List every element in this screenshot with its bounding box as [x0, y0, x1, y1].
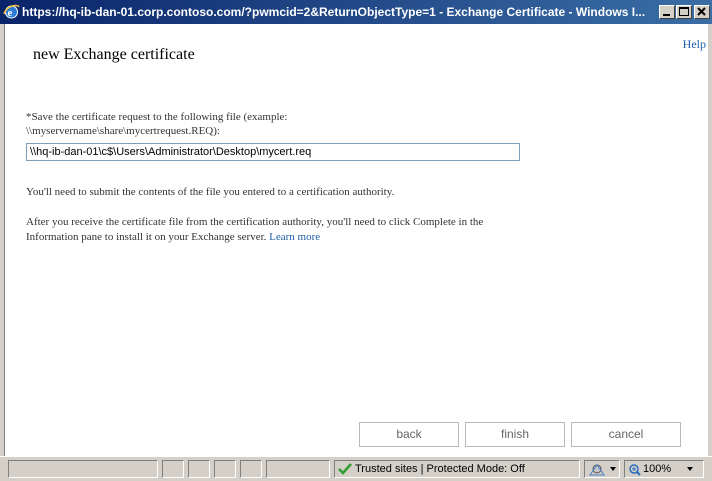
maximize-icon	[679, 7, 689, 16]
zoom-level: 100%	[643, 463, 672, 475]
zoom-chevron-down-icon	[687, 467, 693, 471]
zoom-pane[interactable]: 100%	[624, 460, 704, 478]
status-pane-2	[188, 460, 210, 478]
security-zone-pane[interactable]: Trusted sites | Protected Mode: Off	[334, 460, 580, 478]
file-path-input[interactable]	[26, 143, 520, 161]
finish-button[interactable]: finish	[465, 422, 565, 447]
status-pane-5	[266, 460, 330, 478]
minimize-button[interactable]	[659, 5, 675, 19]
learn-more-link[interactable]: Learn more	[269, 231, 320, 243]
pop-up-blocker-pane[interactable]	[584, 460, 620, 478]
internet-explorer-icon: e	[3, 4, 20, 19]
submit-info-text: You'll need to submit the contents of th…	[26, 186, 395, 198]
close-icon	[697, 7, 706, 16]
complete-info-sentence: After you receive the certificate file f…	[26, 216, 484, 243]
status-text-pane	[8, 460, 158, 478]
status-bar: Trusted sites | Protected Mode: Off 100%	[0, 456, 712, 481]
window-title: https://hq-ib-dan-01.corp.contoso.com/?p…	[22, 5, 646, 19]
back-button[interactable]: back	[359, 422, 459, 447]
magnifier-icon	[629, 464, 641, 476]
status-pane-4	[240, 460, 262, 478]
status-pane-3	[214, 460, 236, 478]
save-instruction: *Save the certificate request to the fol…	[26, 111, 288, 137]
title-bar[interactable]: e https://hq-ib-dan-01.corp.contoso.com/…	[0, 0, 712, 24]
complete-info-text: After you receive the certificate file f…	[26, 215, 516, 245]
status-pane-1	[162, 460, 184, 478]
help-link[interactable]: Help	[683, 37, 706, 52]
chevron-down-icon	[610, 467, 616, 471]
wizard-content: new Exchange certificate Help *Save the …	[4, 24, 712, 456]
checkmark-icon	[338, 463, 352, 475]
security-zone-text: Trusted sites | Protected Mode: Off	[355, 463, 525, 475]
page-title: new Exchange certificate	[33, 46, 195, 63]
cancel-button[interactable]: cancel	[571, 422, 681, 447]
maximize-button[interactable]	[676, 5, 692, 19]
window-right-border	[708, 24, 712, 456]
minimize-icon	[663, 14, 670, 16]
close-button[interactable]	[694, 5, 710, 19]
gear-icon	[589, 464, 605, 476]
